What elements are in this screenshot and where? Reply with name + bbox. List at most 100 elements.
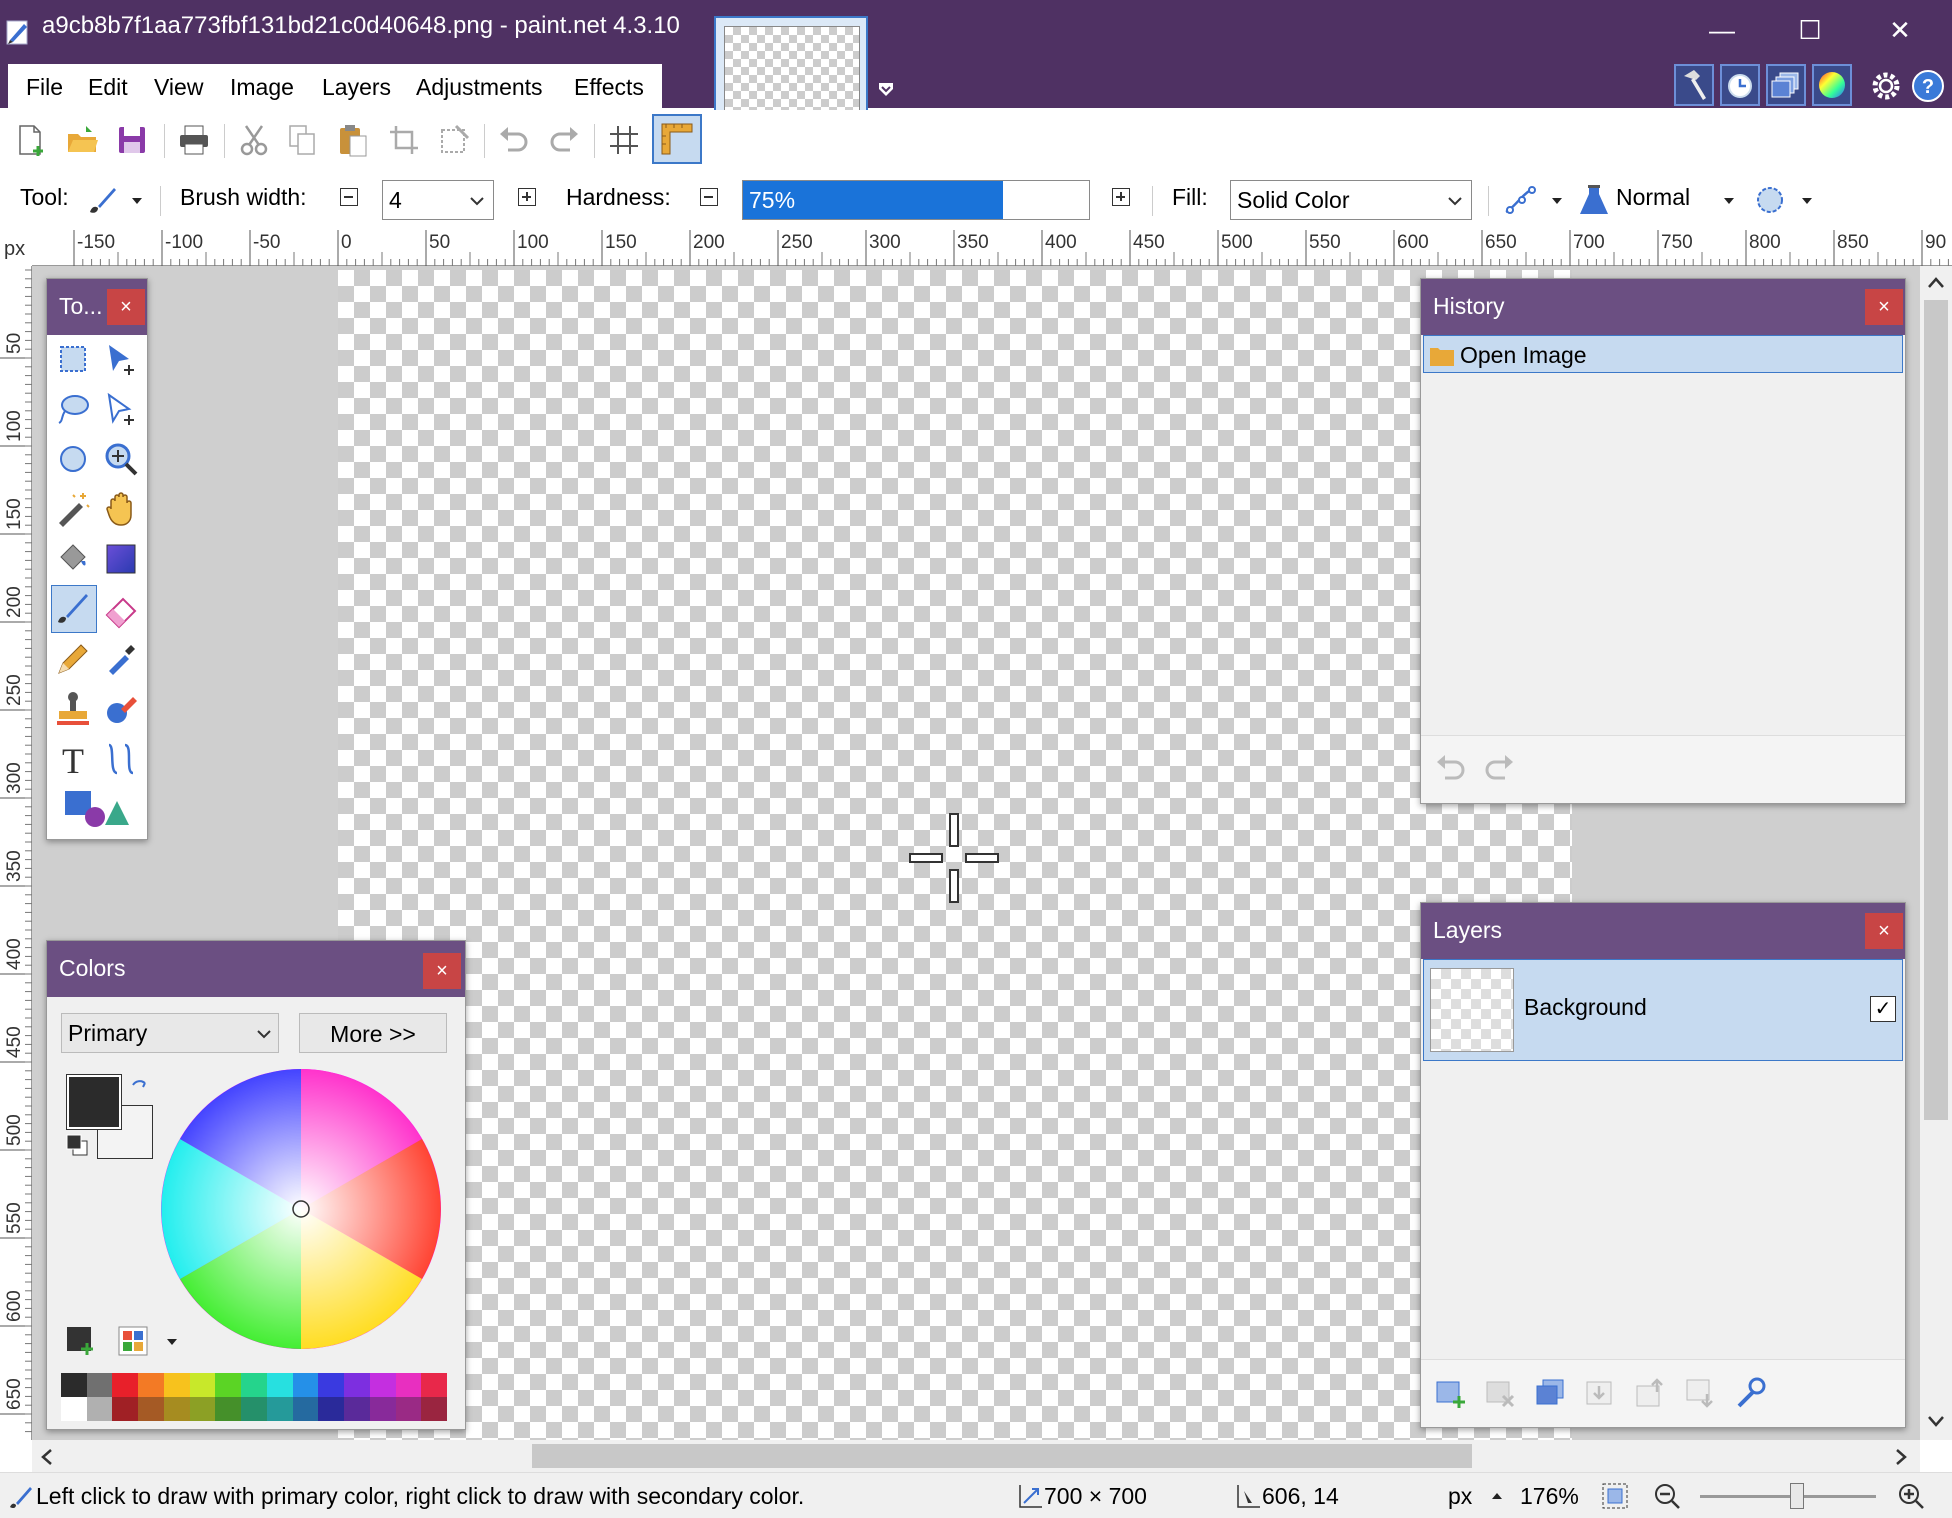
swap-colors-icon[interactable] [129,1077,151,1099]
colors-panel-close-button[interactable]: × [423,953,461,989]
line-curve-tool-icon[interactable] [99,737,143,781]
magic-wand-tool-icon[interactable] [51,487,95,531]
selection-clipping-dropdown-arrow-icon[interactable] [1800,196,1814,206]
palette-swatch[interactable] [266,1373,293,1397]
history-window-toggle[interactable] [1720,64,1760,106]
colors-panel-header[interactable]: Colors × [47,941,465,997]
palette-swatch[interactable] [318,1373,345,1397]
add-to-palette-icon[interactable] [65,1325,97,1357]
new-file-icon[interactable] [12,122,48,158]
palette-swatch[interactable] [138,1397,164,1421]
hardness-decrease-button[interactable] [700,188,718,206]
primary-color-swatch[interactable] [66,1074,122,1130]
palette-swatch[interactable] [138,1373,164,1397]
redo-icon[interactable] [546,122,582,158]
duplicate-layer-icon[interactable] [1533,1376,1567,1410]
vertical-scrollbar[interactable] [1920,266,1952,1440]
history-item[interactable]: Open Image [1423,335,1903,373]
lasso-select-tool-icon[interactable] [51,387,95,431]
paintnet-app-icon[interactable] [6,18,30,46]
palette-swatch[interactable] [369,1397,396,1421]
palette-swatch[interactable] [266,1397,293,1421]
layer-properties-wrench-icon[interactable] [1733,1376,1767,1410]
settings-gear-icon[interactable] [1868,68,1904,104]
tab-list-dropdown-icon[interactable] [876,80,896,100]
palette-swatch[interactable] [292,1373,319,1397]
menu-effects[interactable]: Effects [574,64,644,110]
pan-hand-tool-icon[interactable] [99,487,143,531]
scroll-left-arrow-icon[interactable] [40,1448,54,1466]
color-palette[interactable] [61,1373,447,1421]
tool-dropdown-arrow-icon[interactable] [130,196,144,206]
palette-swatch[interactable] [189,1397,216,1421]
history-panel-header[interactable]: History × [1421,279,1905,335]
selection-clipping-icon[interactable] [1752,182,1788,218]
menu-image[interactable]: Image [230,64,294,110]
zoom-slider-thumb[interactable] [1789,1483,1804,1509]
print-icon[interactable] [176,122,212,158]
reset-colors-icon[interactable] [65,1133,91,1159]
hardness-slider[interactable]: 75% [742,180,1090,220]
palette-swatch[interactable] [86,1397,113,1421]
antialiasing-dropdown-arrow-icon[interactable] [1550,196,1564,206]
units-selector[interactable]: px [1448,1483,1472,1510]
color-wheel[interactable] [161,1069,441,1349]
colors-window-toggle[interactable] [1812,64,1852,106]
palette-swatch[interactable] [344,1397,370,1421]
ellipse-select-tool-icon[interactable] [51,437,95,481]
history-redo-icon[interactable] [1481,752,1517,784]
palette-swatch[interactable] [395,1397,422,1421]
brush-width-combo[interactable]: 4 [382,180,494,220]
pixel-grid-icon[interactable] [606,122,642,158]
palette-swatch[interactable] [215,1397,242,1421]
units-dropdown-arrow-icon[interactable] [1490,1491,1504,1501]
palette-dropdown-arrow-icon[interactable] [165,1337,179,1347]
palette-swatch[interactable] [86,1373,113,1397]
blend-mode-dropdown-arrow-icon[interactable] [1722,196,1736,206]
layers-window-toggle[interactable] [1766,64,1806,106]
palette-swatch[interactable] [318,1397,345,1421]
palette-swatch[interactable] [112,1373,139,1397]
menu-file[interactable]: File [26,64,63,110]
zoom-slider-track[interactable] [1700,1483,1876,1509]
layers-panel-header[interactable]: Layers × [1421,903,1905,959]
horizontal-scrollbar[interactable] [32,1440,1920,1472]
clone-stamp-tool-icon[interactable] [51,687,95,731]
palette-swatch[interactable] [241,1373,267,1397]
palette-swatch[interactable] [163,1373,190,1397]
delete-layer-icon[interactable] [1483,1376,1517,1410]
tools-panel-close-button[interactable]: × [107,289,145,325]
palette-swatch[interactable] [344,1373,370,1397]
menu-adjustments[interactable]: Adjustments [416,64,543,110]
layer-row[interactable]: Background ✓ [1423,959,1903,1061]
paint-bucket-tool-icon[interactable] [51,537,95,581]
palette-swatch[interactable] [292,1397,319,1421]
move-selection-tool-icon[interactable] [99,387,143,431]
palette-swatch[interactable] [61,1397,87,1421]
pencil-tool-icon[interactable] [51,637,95,681]
vertical-scroll-thumb[interactable] [1924,300,1948,1120]
scroll-up-arrow-icon[interactable] [1926,276,1946,290]
help-icon[interactable]: ? [1910,68,1946,104]
paste-icon[interactable] [334,122,370,158]
cut-scissors-icon[interactable] [236,122,272,158]
menu-edit[interactable]: Edit [88,64,128,110]
more-colors-button[interactable]: More >> [299,1013,447,1053]
tools-panel-header[interactable]: To... × [47,279,147,335]
open-folder-icon[interactable] [64,122,100,158]
maximize-button[interactable]: ☐ [1780,0,1840,60]
recolor-tool-icon[interactable] [99,687,143,731]
palette-swatch[interactable] [189,1373,216,1397]
brush-width-decrease-button[interactable] [340,188,358,206]
zoom-tool-icon[interactable] [99,437,143,481]
text-tool-icon[interactable]: T [51,737,95,781]
menu-view[interactable]: View [154,64,203,110]
palette-swatch[interactable] [112,1397,139,1421]
hardness-increase-button[interactable] [1112,188,1130,206]
move-layer-up-icon[interactable] [1633,1376,1667,1410]
move-selected-pixels-tool-icon[interactable] [99,337,143,381]
move-layer-down-icon[interactable] [1683,1376,1717,1410]
tools-window-toggle[interactable] [1674,64,1714,106]
crop-icon[interactable] [386,122,422,158]
palette-swatch[interactable] [241,1397,267,1421]
